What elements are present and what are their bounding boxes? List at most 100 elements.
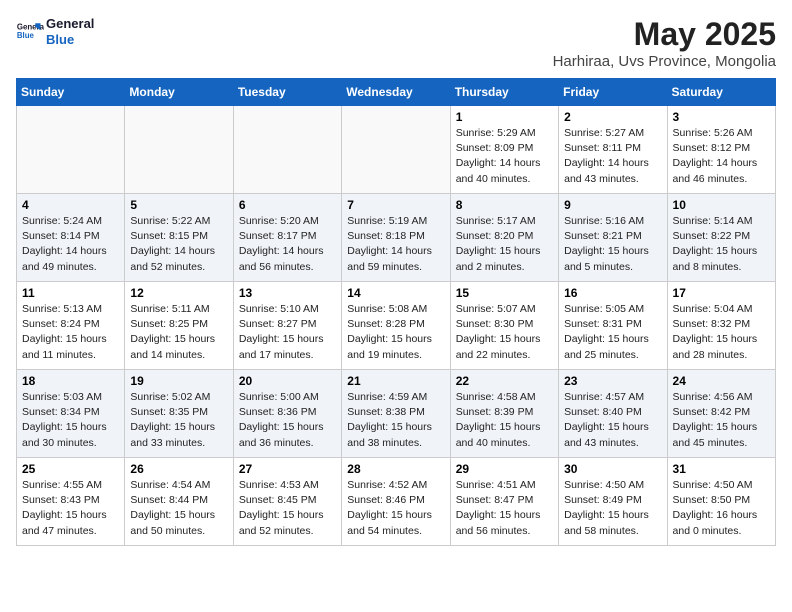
calendar-cell (17, 106, 125, 194)
calendar-cell: 16 Sunrise: 5:05 AM Sunset: 8:31 PM Dayli… (559, 282, 667, 370)
calendar-cell: 10Sunrise: 5:14 AM Sunset: 8:22 PM Dayli… (667, 194, 775, 282)
calendar-cell: 20Sunrise: 5:00 AM Sunset: 8:36 PM Dayli… (233, 370, 341, 458)
calendar-cell: 14Sunrise: 5:08 AM Sunset: 8:28 PM Dayli… (342, 282, 450, 370)
week-row-5: 25 Sunrise: 4:55 AM Sunset: 8:43 PM Dayli… (17, 458, 776, 546)
calendar-cell: 26Sunrise: 4:54 AM Sunset: 8:44 PM Dayli… (125, 458, 233, 546)
main-title: May 2025 (553, 16, 776, 53)
day-number: 4 (22, 198, 119, 212)
col-header-saturday: Saturday (667, 79, 775, 106)
cell-info: Sunrise: 5:27 AM Sunset: 8:11 PM Dayligh… (564, 126, 661, 187)
calendar-cell: 8 Sunrise: 5:17 AM Sunset: 8:20 PM Daylig… (450, 194, 558, 282)
calendar-cell: 5 Sunrise: 5:22 AM Sunset: 8:15 PM Daylig… (125, 194, 233, 282)
cell-info: Sunrise: 5:07 AM Sunset: 8:30 PM Dayligh… (456, 302, 553, 363)
cell-info: Sunrise: 4:54 AM Sunset: 8:44 PM Dayligh… (130, 478, 227, 539)
subtitle: Harhiraa, Uvs Province, Mongolia (553, 53, 776, 70)
calendar-cell: 2 Sunrise: 5:27 AM Sunset: 8:11 PM Daylig… (559, 106, 667, 194)
day-number: 30 (564, 462, 661, 476)
calendar-cell: 17 Sunrise: 5:04 AM Sunset: 8:32 PM Dayli… (667, 282, 775, 370)
col-header-friday: Friday (559, 79, 667, 106)
cell-info: Sunrise: 5:11 AM Sunset: 8:25 PM Dayligh… (130, 302, 227, 363)
cell-info: Sunrise: 5:05 AM Sunset: 8:31 PM Dayligh… (564, 302, 661, 363)
week-row-3: 11 Sunrise: 5:13 AM Sunset: 8:24 PM Dayli… (17, 282, 776, 370)
calendar-cell: 25 Sunrise: 4:55 AM Sunset: 8:43 PM Dayli… (17, 458, 125, 546)
calendar-cell: 23 Sunrise: 4:57 AM Sunset: 8:40 PM Dayli… (559, 370, 667, 458)
cell-info: Sunrise: 5:16 AM Sunset: 8:21 PM Dayligh… (564, 214, 661, 275)
day-number: 10 (673, 198, 770, 212)
day-number: 11 (22, 286, 119, 300)
day-number: 23 (564, 374, 661, 388)
day-number: 8 (456, 198, 553, 212)
calendar-cell: 4 Sunrise: 5:24 AM Sunset: 8:14 PM Daylig… (17, 194, 125, 282)
cell-info: Sunrise: 4:50 AM Sunset: 8:49 PM Dayligh… (564, 478, 661, 539)
cell-info: Sunrise: 4:55 AM Sunset: 8:43 PM Dayligh… (22, 478, 119, 539)
cell-info: Sunrise: 4:56 AM Sunset: 8:42 PM Dayligh… (673, 390, 770, 451)
day-number: 1 (456, 110, 553, 124)
calendar-cell: 30 Sunrise: 4:50 AM Sunset: 8:49 PM Dayli… (559, 458, 667, 546)
calendar-cell: 1 Sunrise: 5:29 AM Sunset: 8:09 PM Daylig… (450, 106, 558, 194)
calendar-cell: 13Sunrise: 5:10 AM Sunset: 8:27 PM Dayli… (233, 282, 341, 370)
day-number: 19 (130, 374, 227, 388)
day-number: 15 (456, 286, 553, 300)
cell-info: Sunrise: 4:52 AM Sunset: 8:46 PM Dayligh… (347, 478, 444, 539)
day-number: 29 (456, 462, 553, 476)
day-number: 17 (673, 286, 770, 300)
cell-info: Sunrise: 5:20 AM Sunset: 8:17 PM Dayligh… (239, 214, 336, 275)
calendar-cell: 9 Sunrise: 5:16 AM Sunset: 8:21 PM Daylig… (559, 194, 667, 282)
cell-info: Sunrise: 4:50 AM Sunset: 8:50 PM Dayligh… (673, 478, 770, 539)
cell-info: Sunrise: 5:17 AM Sunset: 8:20 PM Dayligh… (456, 214, 553, 275)
day-number: 24 (673, 374, 770, 388)
col-header-monday: Monday (125, 79, 233, 106)
cell-info: Sunrise: 5:22 AM Sunset: 8:15 PM Dayligh… (130, 214, 227, 275)
day-number: 16 (564, 286, 661, 300)
cell-info: Sunrise: 5:10 AM Sunset: 8:27 PM Dayligh… (239, 302, 336, 363)
calendar-cell: 3Sunrise: 5:26 AM Sunset: 8:12 PM Daylig… (667, 106, 775, 194)
calendar-cell: 24 Sunrise: 4:56 AM Sunset: 8:42 PM Dayli… (667, 370, 775, 458)
calendar-cell: 29Sunrise: 4:51 AM Sunset: 8:47 PM Dayli… (450, 458, 558, 546)
calendar-cell: 19 Sunrise: 5:02 AM Sunset: 8:35 PM Dayli… (125, 370, 233, 458)
day-number: 7 (347, 198, 444, 212)
cell-info: Sunrise: 4:53 AM Sunset: 8:45 PM Dayligh… (239, 478, 336, 539)
col-header-sunday: Sunday (17, 79, 125, 106)
day-number: 5 (130, 198, 227, 212)
day-number: 20 (239, 374, 336, 388)
cell-info: Sunrise: 5:02 AM Sunset: 8:35 PM Dayligh… (130, 390, 227, 451)
logo-icon: General Blue (16, 18, 44, 46)
calendar-cell (233, 106, 341, 194)
cell-info: Sunrise: 4:58 AM Sunset: 8:39 PM Dayligh… (456, 390, 553, 451)
day-number: 3 (673, 110, 770, 124)
title-block: May 2025 Harhiraa, Uvs Province, Mongoli… (553, 16, 776, 70)
day-number: 25 (22, 462, 119, 476)
day-number: 21 (347, 374, 444, 388)
calendar-cell: 15 Sunrise: 5:07 AM Sunset: 8:30 PM Dayli… (450, 282, 558, 370)
calendar-cell: 7 Sunrise: 5:19 AM Sunset: 8:18 PM Daylig… (342, 194, 450, 282)
cell-info: Sunrise: 5:29 AM Sunset: 8:09 PM Dayligh… (456, 126, 553, 187)
day-number: 28 (347, 462, 444, 476)
day-number: 6 (239, 198, 336, 212)
cell-info: Sunrise: 5:03 AM Sunset: 8:34 PM Dayligh… (22, 390, 119, 451)
cell-info: Sunrise: 4:59 AM Sunset: 8:38 PM Dayligh… (347, 390, 444, 451)
day-number: 31 (673, 462, 770, 476)
calendar-cell (342, 106, 450, 194)
calendar-table: SundayMondayTuesdayWednesdayThursdayFrid… (16, 78, 776, 546)
day-number: 18 (22, 374, 119, 388)
calendar-cell: 6 Sunrise: 5:20 AM Sunset: 8:17 PM Daylig… (233, 194, 341, 282)
header-row: SundayMondayTuesdayWednesdayThursdayFrid… (17, 79, 776, 106)
calendar-cell: 22Sunrise: 4:58 AM Sunset: 8:39 PM Dayli… (450, 370, 558, 458)
calendar-cell: 18 Sunrise: 5:03 AM Sunset: 8:34 PM Dayli… (17, 370, 125, 458)
day-number: 9 (564, 198, 661, 212)
cell-info: Sunrise: 5:13 AM Sunset: 8:24 PM Dayligh… (22, 302, 119, 363)
day-number: 14 (347, 286, 444, 300)
calendar-cell (125, 106, 233, 194)
cell-info: Sunrise: 4:57 AM Sunset: 8:40 PM Dayligh… (564, 390, 661, 451)
cell-info: Sunrise: 5:04 AM Sunset: 8:32 PM Dayligh… (673, 302, 770, 363)
col-header-wednesday: Wednesday (342, 79, 450, 106)
calendar-cell: 27Sunrise: 4:53 AM Sunset: 8:45 PM Dayli… (233, 458, 341, 546)
day-number: 2 (564, 110, 661, 124)
calendar-cell: 11 Sunrise: 5:13 AM Sunset: 8:24 PM Dayli… (17, 282, 125, 370)
week-row-2: 4 Sunrise: 5:24 AM Sunset: 8:14 PM Daylig… (17, 194, 776, 282)
cell-info: Sunrise: 5:19 AM Sunset: 8:18 PM Dayligh… (347, 214, 444, 275)
calendar-cell: 21 Sunrise: 4:59 AM Sunset: 8:38 PM Dayli… (342, 370, 450, 458)
cell-info: Sunrise: 5:24 AM Sunset: 8:14 PM Dayligh… (22, 214, 119, 275)
page-header: General Blue General Blue May 2025 Harhi… (16, 16, 776, 70)
week-row-4: 18 Sunrise: 5:03 AM Sunset: 8:34 PM Dayli… (17, 370, 776, 458)
